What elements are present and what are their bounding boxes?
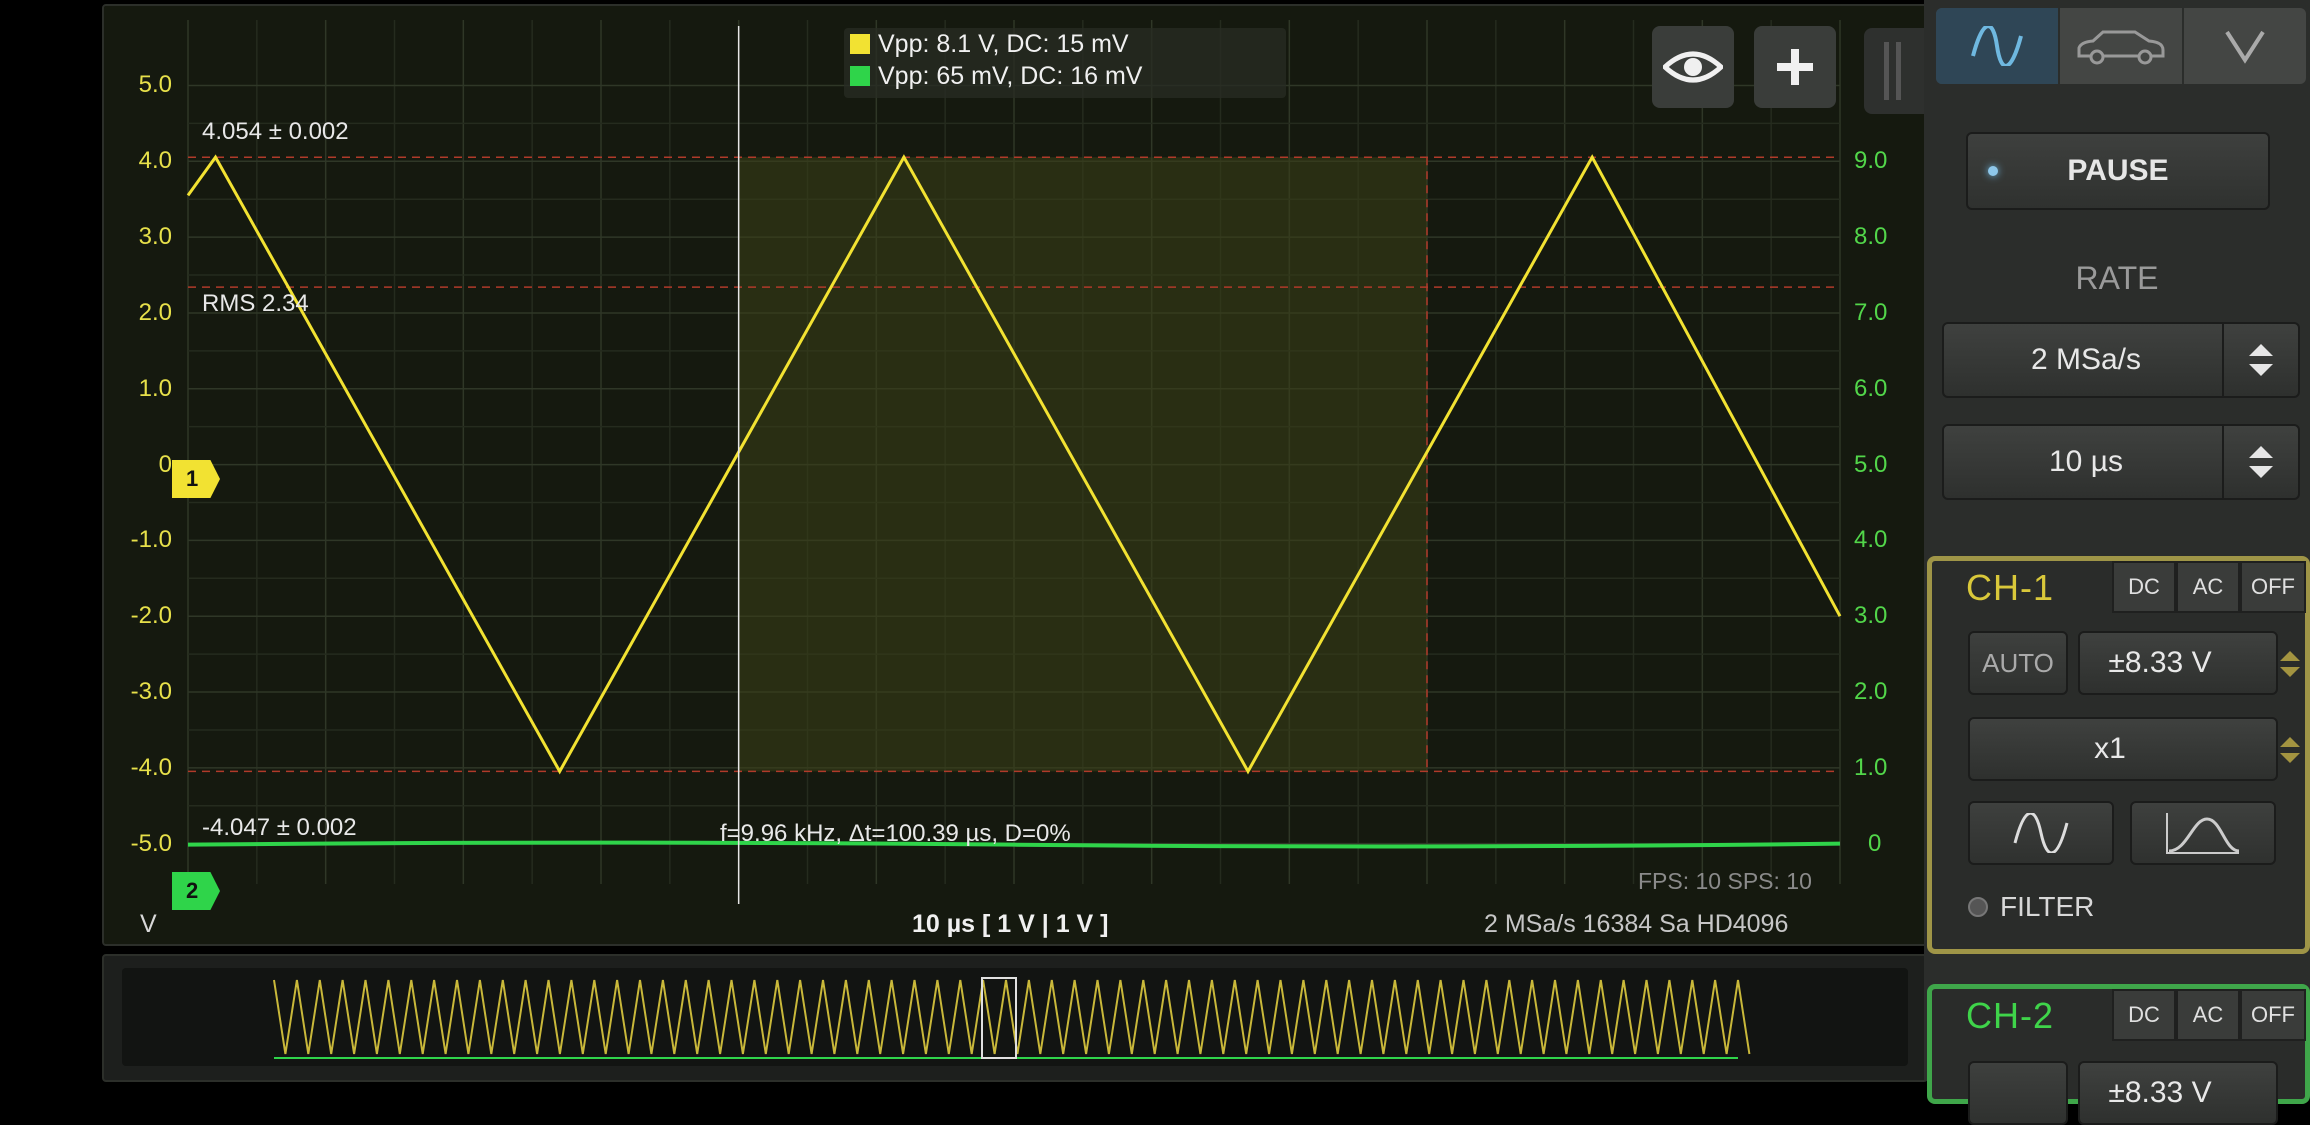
- fps-status: FPS: 10 SPS: 10: [1638, 868, 1812, 894]
- legend: Vpp: 8.1 V, DC: 15 mV Vpp: 65 mV, DC: 16…: [844, 28, 1286, 98]
- legend-ch1: Vpp: 8.1 V, DC: 15 mV: [844, 28, 1286, 60]
- tab-car[interactable]: [2060, 8, 2184, 84]
- ch1-panel: CH-1 DC AC OFF AUTO ±8.33 V x1 FILTER: [1927, 556, 2310, 954]
- run-indicator: [1988, 166, 1998, 176]
- ch1-range-select[interactable]: ±8.33 V: [2078, 631, 2278, 695]
- ch2-title: CH-2: [1966, 995, 2055, 1036]
- right-axis-tick: 4.0: [1854, 526, 1888, 554]
- left-axis-tick: 5.0: [138, 71, 172, 99]
- ch2-mode-dc[interactable]: DC: [2112, 989, 2176, 1041]
- min-measurement: -4.047 ± 0.002: [202, 814, 357, 841]
- filter-curve-icon: [2166, 813, 2240, 854]
- right-axis-tick: 8.0: [1854, 223, 1888, 251]
- right-axis-tick: 7.0: [1854, 298, 1888, 326]
- car-icon: [2077, 30, 2165, 65]
- panel-drag-handle[interactable]: [1864, 28, 1924, 114]
- ch2-swatch: [850, 66, 870, 86]
- ch1-auto-button[interactable]: AUTO: [1968, 631, 2068, 695]
- ch1-title: CH-1: [1966, 567, 2055, 608]
- ch1-waveform-button[interactable]: [1968, 801, 2114, 865]
- overview-inner[interactable]: [122, 968, 1908, 1066]
- rate-info-status: 2 MSa/s 16384 Sa HD4096: [1484, 910, 1789, 938]
- sine-wave-icon: [2013, 813, 2069, 853]
- rate-stepper[interactable]: [2222, 324, 2298, 396]
- ch2-mode-ac[interactable]: AC: [2176, 989, 2240, 1041]
- filter-indicator: [1968, 897, 1988, 917]
- plus-icon: [1777, 49, 1813, 85]
- ch1-mode-off[interactable]: OFF: [2240, 561, 2306, 613]
- eye-button[interactable]: [1652, 26, 1734, 108]
- ch2-marker[interactable]: 2: [172, 872, 220, 910]
- right-axis-tick: 9.0: [1854, 147, 1888, 175]
- timebase-select[interactable]: 10 µs: [1942, 424, 2300, 500]
- ch1-swatch: [850, 34, 870, 54]
- max-measurement: 4.054 ± 0.002: [202, 118, 349, 145]
- right-axis-tick: 1.0: [1854, 753, 1888, 781]
- overview-waveform: [273, 977, 1751, 1059]
- left-axis-tick: -4.0: [130, 753, 172, 781]
- ch2-range-select[interactable]: ±8.33 V: [2078, 1061, 2278, 1125]
- left-axis-tick: -1.0: [130, 526, 172, 554]
- control-panel: PAUSE RATE 2 MSa/s 10 µs CH-1 DC AC OFF …: [1924, 0, 2310, 1125]
- left-axis-tick: -3.0: [130, 678, 172, 706]
- rate-label: RATE: [2075, 260, 2159, 296]
- ch1-probe-select[interactable]: x1: [1968, 717, 2278, 781]
- tab-scope[interactable]: [1936, 8, 2060, 84]
- ch1-marker[interactable]: 1: [172, 460, 220, 498]
- ch1-mode-ac[interactable]: AC: [2176, 561, 2240, 613]
- pause-button[interactable]: PAUSE: [1966, 132, 2270, 210]
- left-axis-tick: -2.0: [130, 602, 172, 630]
- add-button[interactable]: [1754, 26, 1836, 108]
- timebase-stepper[interactable]: [2222, 426, 2298, 498]
- ch2-auto-button[interactable]: [1968, 1061, 2068, 1125]
- sine-wave-icon: [1971, 26, 2023, 66]
- chevron-down-icon: [2225, 30, 2265, 64]
- scope-display[interactable]: 5.0 4.0 3.0 2.0 1.0 0 -1.0 -2.0 -3.0 -4.0 -5.0 9.0…: [102, 4, 1928, 946]
- left-axis-tick: 4.0: [138, 147, 172, 175]
- rms-measurement: RMS 2.34: [202, 290, 309, 317]
- left-axis-tick: 0: [158, 450, 172, 478]
- stepper-icon: [2249, 344, 2273, 376]
- ch1-filter-toggle[interactable]: FILTER: [1968, 891, 2094, 923]
- cursor-measurement: f=9.96 kHz, Δt=100.39 µs, D=0%: [720, 820, 1071, 847]
- eye-icon: [1663, 51, 1723, 83]
- right-axis-tick: 5.0: [1854, 450, 1888, 478]
- left-axis-tick: 3.0: [138, 223, 172, 251]
- timebase-status: 10 µs [ 1 V | 1 V ]: [912, 910, 1109, 938]
- left-axis-tick: 1.0: [138, 374, 172, 402]
- ch2-mode-off[interactable]: OFF: [2240, 989, 2306, 1041]
- ch2-panel: CH-2 DC AC OFF ±8.33 V: [1927, 984, 2310, 1125]
- rate-select[interactable]: 2 MSa/s: [1942, 322, 2300, 398]
- legend-ch2: Vpp: 65 mV, DC: 16 mV: [844, 60, 1286, 92]
- left-axis-unit: V: [140, 910, 157, 938]
- ch1-filter-shape-button[interactable]: [2130, 801, 2276, 865]
- right-axis-tick: 3.0: [1854, 602, 1888, 630]
- cursor-region: [738, 157, 1427, 772]
- right-axis-tick: 0: [1868, 829, 1882, 857]
- right-axis-tick: 2.0: [1854, 678, 1888, 706]
- left-axis-tick: 2.0: [138, 298, 172, 326]
- right-axis-tick: 6.0: [1854, 374, 1888, 402]
- ch1-probe-stepper-icon[interactable]: [2278, 735, 2302, 765]
- mode-tabs: [1936, 8, 2306, 84]
- ch1-mode-dc[interactable]: DC: [2112, 561, 2176, 613]
- left-axis-tick: -5.0: [130, 829, 172, 857]
- tab-more[interactable]: [2184, 8, 2306, 84]
- overview-strip[interactable]: [102, 954, 1928, 1082]
- ch1-range-stepper-icon[interactable]: [2278, 649, 2302, 679]
- stepper-icon: [2249, 446, 2273, 478]
- waveform-plot[interactable]: [104, 6, 1926, 944]
